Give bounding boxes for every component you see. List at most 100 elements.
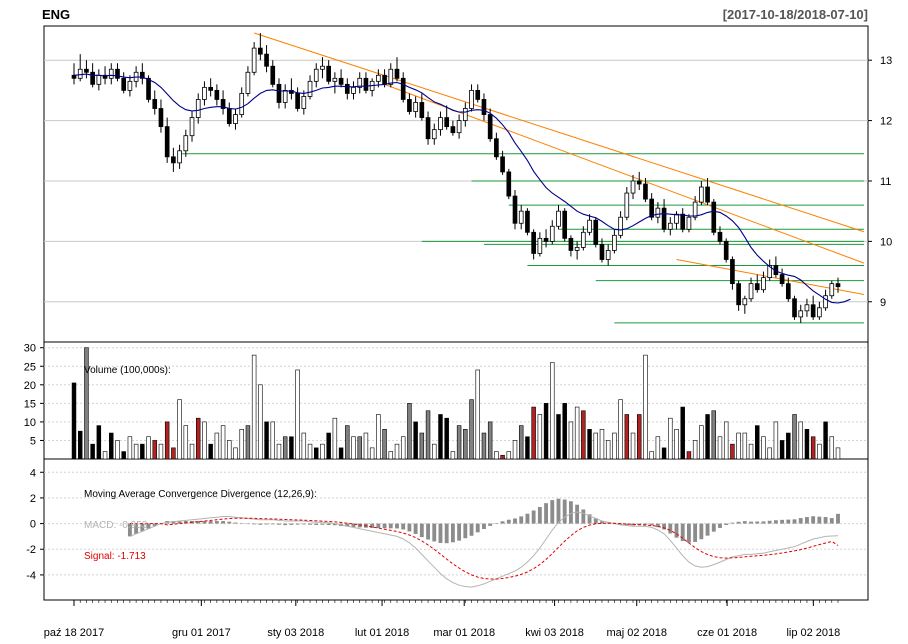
volume-bar: [351, 436, 356, 460]
candle-body: [127, 80, 133, 91]
volume-bar: [376, 414, 381, 460]
candle: [686, 214, 692, 233]
candle-body: [587, 219, 592, 233]
macd-hist-bar: [482, 523, 486, 529]
candle: [289, 78, 294, 100]
candle-body: [736, 283, 741, 306]
candle: [425, 111, 431, 145]
volume-bar: [183, 425, 189, 460]
volume-bar: [512, 440, 518, 460]
volume-bar: [705, 414, 710, 460]
macd-hist-bar: [264, 523, 269, 525]
volume-bar: [233, 447, 238, 460]
candle-body: [239, 93, 245, 115]
candle: [226, 102, 232, 127]
candle-body: [543, 237, 549, 242]
candle-body: [208, 86, 213, 91]
volume-bar: [506, 451, 512, 460]
candle: [121, 72, 127, 94]
macd-hist-bar: [407, 523, 412, 532]
volume-tick-label: 30: [24, 343, 36, 355]
volume-bar: [177, 399, 182, 460]
macd-hist-bar: [370, 523, 375, 528]
macd-hist-bar: [836, 513, 840, 524]
candle-body: [394, 68, 400, 79]
volume-bar: [481, 432, 487, 460]
volume-bar: [332, 417, 338, 460]
candle: [270, 60, 276, 88]
macd-value-label: MACD: -0.953: [84, 520, 148, 531]
volume-bar: [494, 451, 499, 460]
macd-hist-bar: [227, 521, 232, 524]
macd-hist-bar: [301, 523, 306, 525]
candle-body: [581, 231, 586, 248]
chart-date-range: [2017-10-18/2018-07-10]: [723, 7, 868, 22]
volume-bar: [630, 432, 636, 460]
macd-hist-bar: [500, 521, 505, 524]
candle-body: [798, 310, 804, 318]
candle: [494, 132, 499, 160]
candle: [264, 45, 269, 73]
candle: [581, 226, 586, 251]
candle-body: [462, 108, 468, 121]
volume-bar: [649, 451, 654, 460]
macd-hist-bar: [693, 523, 698, 542]
candle-body: [730, 259, 735, 285]
macd-tick-label: -4: [26, 570, 36, 582]
macd-hist-bar: [780, 519, 785, 524]
volume-bar: [755, 425, 760, 460]
volume-bar: [127, 436, 133, 460]
candle: [730, 256, 735, 290]
volume-axis: 5 10 15 20 25 30: [24, 343, 44, 447]
macd-hist-bar: [469, 523, 474, 536]
volume-bar: [568, 421, 574, 460]
volume-tick-label: 25: [24, 361, 36, 373]
volume-bar: [680, 406, 685, 460]
candle: [164, 117, 170, 163]
date-tick-label: cze 01 2018: [697, 627, 757, 639]
price-axis: 9 10 11 12 13: [868, 55, 892, 309]
candle: [785, 277, 791, 302]
candle: [96, 69, 102, 91]
macd-hist-bar: [805, 517, 809, 524]
candle-body: [655, 207, 661, 218]
volume-bar: [475, 369, 480, 460]
candle-body: [419, 102, 425, 118]
volume-bar: [394, 443, 400, 460]
candle: [171, 147, 176, 172]
volume-bar: [171, 447, 176, 460]
volume-bar: [817, 443, 822, 460]
macd-hist-bar: [326, 523, 331, 525]
macd-hist-bar: [817, 516, 822, 524]
volume-bar: [220, 425, 226, 460]
macd-hist-bar: [575, 504, 580, 524]
candle-body: [562, 210, 568, 239]
macd-hist-bar: [699, 523, 704, 540]
candle: [506, 168, 512, 200]
macd-hist-bar: [724, 523, 729, 525]
candle-body: [71, 74, 77, 79]
volume-bar: [202, 421, 207, 460]
candle-body: [121, 77, 127, 91]
macd-hist-bar: [277, 523, 281, 525]
candle: [115, 63, 120, 82]
candle-body: [680, 213, 686, 230]
candle: [630, 174, 636, 200]
volume-bar: [773, 421, 779, 460]
volume-bar: [624, 414, 630, 460]
macd-hist-bar: [730, 522, 735, 524]
macd-hist-bar: [245, 523, 250, 525]
candle-body: [413, 102, 418, 112]
candle: [307, 75, 313, 100]
volume-bar: [407, 403, 412, 460]
macd-hist-bar: [426, 523, 430, 540]
macd-hist-bar: [252, 523, 257, 525]
macd-hist-bar: [823, 517, 828, 524]
date-tick-label: paź 18 2017: [44, 627, 105, 639]
candle-body: [630, 180, 636, 194]
volume-bar: [605, 440, 611, 460]
candle-body: [444, 117, 450, 128]
macd-hist-bar: [736, 521, 741, 524]
volume-bar: [637, 414, 642, 460]
candle: [723, 238, 729, 263]
